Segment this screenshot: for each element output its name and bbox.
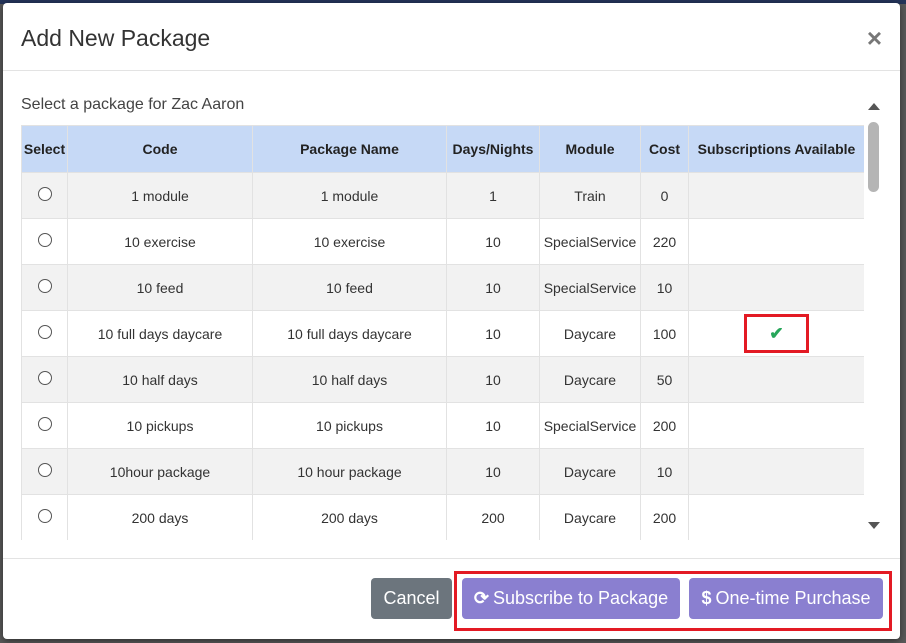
code-cell: 10 full days daycare — [67, 310, 253, 357]
module-cell: Train — [539, 172, 641, 219]
column-header: Select — [21, 125, 68, 173]
table-row[interactable]: 10 exercise 10 exercise 10 SpecialServic… — [21, 218, 864, 265]
code-cell: 200 days — [67, 494, 253, 540]
select-cell — [21, 218, 68, 265]
subscription-cell — [688, 172, 864, 219]
days-cell: 200 — [446, 494, 540, 540]
days-cell: 10 — [446, 310, 540, 357]
close-icon[interactable]: × — [867, 23, 882, 54]
days-cell: 1 — [446, 172, 540, 219]
table-row[interactable]: 10 feed 10 feed 10 SpecialService 10 — [21, 264, 864, 311]
select-radio[interactable] — [37, 370, 52, 385]
package-name-cell: 10 feed — [252, 264, 447, 311]
package-table-container[interactable]: Select Code Package Name Days/Nights Mod… — [21, 125, 864, 540]
select-radio[interactable] — [37, 278, 52, 293]
modal-footer: Cancel ⟳ Subscribe to Package $ One-time P… — [3, 558, 900, 639]
days-cell: 10 — [446, 356, 540, 403]
subscription-cell — [688, 402, 864, 449]
select-cell — [21, 448, 68, 495]
select-radio[interactable] — [37, 462, 52, 477]
cost-cell: 200 — [640, 494, 689, 540]
package-name-cell: 10 half days — [252, 356, 447, 403]
table-row[interactable]: 10 full days daycare 10 full days daycar… — [21, 310, 864, 357]
cost-cell: 200 — [640, 402, 689, 449]
select-cell — [21, 172, 68, 219]
select-cell — [21, 402, 68, 449]
module-cell: SpecialService — [539, 264, 641, 311]
code-cell: 10 feed — [67, 264, 253, 311]
select-cell — [21, 264, 68, 311]
column-header: Module — [539, 125, 641, 173]
select-radio[interactable] — [37, 232, 52, 247]
buttons-highlight-box — [454, 571, 892, 631]
code-cell: 10 pickups — [67, 402, 253, 449]
column-header: Package Name — [252, 125, 447, 173]
modal-subtitle: Select a package for Zac Aaron — [21, 96, 245, 113]
cancel-button[interactable]: Cancel — [371, 578, 452, 619]
module-cell: SpecialService — [539, 218, 641, 265]
table-header-row: Select Code Package Name Days/Nights Mod… — [21, 125, 864, 173]
package-name-cell: 10 pickups — [252, 402, 447, 449]
modal-body: Select a package for Zac Aaron Select Co… — [3, 72, 900, 558]
table-row[interactable]: 200 days 200 days 200 Daycare 200 — [21, 494, 864, 540]
days-cell: 10 — [446, 264, 540, 311]
module-cell: Daycare — [539, 310, 641, 357]
select-radio[interactable] — [37, 508, 52, 523]
column-header: Days/Nights — [446, 125, 540, 173]
package-name-cell: 1 module — [252, 172, 447, 219]
select-radio[interactable] — [37, 324, 52, 339]
column-header: Cost — [640, 125, 689, 173]
module-cell: Daycare — [539, 356, 641, 403]
table-row[interactable]: 10hour package 10 hour package 10 Daycar… — [21, 448, 864, 495]
package-name-cell: 10 exercise — [252, 218, 447, 265]
select-cell — [21, 356, 68, 403]
select-cell — [21, 310, 68, 357]
modal-title: Add New Package — [21, 25, 211, 51]
select-radio[interactable] — [37, 416, 52, 431]
subscription-cell — [688, 218, 864, 265]
column-header: Code — [67, 125, 253, 173]
days-cell: 10 — [446, 402, 540, 449]
days-cell: 10 — [446, 448, 540, 495]
code-cell: 10 half days — [67, 356, 253, 403]
checkmark-icon: ✔ — [744, 314, 809, 353]
code-cell: 1 module — [67, 172, 253, 219]
subscription-cell — [688, 356, 864, 403]
modal-header: Add New Package × — [3, 3, 900, 71]
table-row[interactable]: 1 module 1 module 1 Train 0 — [21, 172, 864, 219]
cost-cell: 10 — [640, 448, 689, 495]
code-cell: 10hour package — [67, 448, 253, 495]
days-cell: 10 — [446, 218, 540, 265]
module-cell: Daycare — [539, 448, 641, 495]
table-row[interactable]: 10 pickups 10 pickups 10 SpecialService … — [21, 402, 864, 449]
module-cell: Daycare — [539, 494, 641, 540]
cost-cell: 50 — [640, 356, 689, 403]
subscription-cell: ✔ — [688, 310, 864, 357]
table-scrollbar[interactable] — [864, 97, 884, 537]
subscription-cell — [688, 448, 864, 495]
table-row[interactable]: 10 half days 10 half days 10 Daycare 50 — [21, 356, 864, 403]
cost-cell: 220 — [640, 218, 689, 265]
select-cell — [21, 494, 68, 540]
module-cell: SpecialService — [539, 402, 641, 449]
cost-cell: 10 — [640, 264, 689, 311]
cost-cell: 0 — [640, 172, 689, 219]
scroll-down-arrow-icon[interactable] — [868, 522, 880, 529]
package-name-cell: 200 days — [252, 494, 447, 540]
cost-cell: 100 — [640, 310, 689, 357]
package-name-cell: 10 full days daycare — [252, 310, 447, 357]
subscription-cell — [688, 494, 864, 540]
select-radio[interactable] — [37, 186, 52, 201]
package-table: Select Code Package Name Days/Nights Mod… — [21, 125, 864, 540]
scroll-up-arrow-icon[interactable] — [868, 103, 880, 110]
add-package-modal: Add New Package × Select a package for Z… — [3, 3, 900, 639]
code-cell: 10 exercise — [67, 218, 253, 265]
column-header: Subscriptions Available — [688, 125, 864, 173]
subscription-cell — [688, 264, 864, 311]
package-name-cell: 10 hour package — [252, 448, 447, 495]
scroll-thumb[interactable] — [868, 122, 879, 192]
